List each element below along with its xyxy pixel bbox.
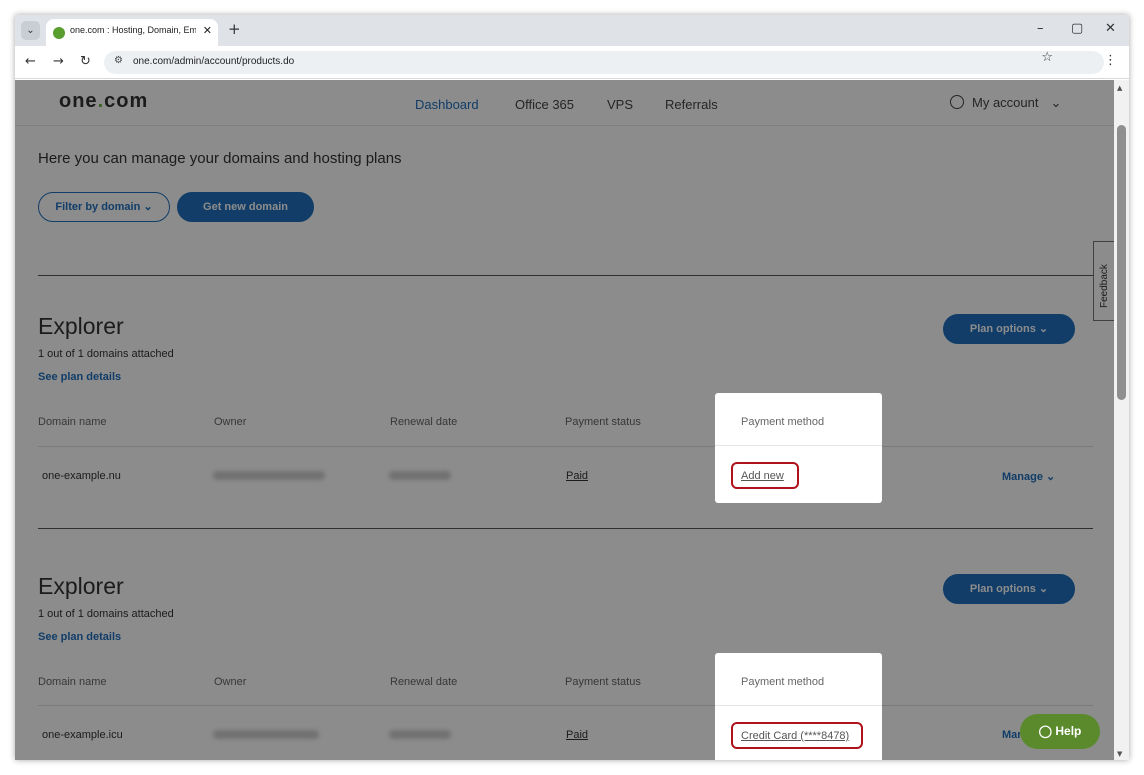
highlight-box <box>731 462 799 489</box>
payment-method-spotlight: Payment method Credit Card (****8478) <box>715 653 882 760</box>
browser-menu-icon[interactable]: ⋮ <box>1104 53 1117 68</box>
address-bar: ← → ↻ ⚙ one.com/admin/account/products.d… <box>15 46 1129 79</box>
browser-tab[interactable]: one.com : Hosting, Domain, Email ✕ <box>46 19 218 46</box>
help-label: Help <box>1055 724 1082 738</box>
tab-title: one.com : Hosting, Domain, Email <box>70 25 196 35</box>
browser-window: ⌄ one.com : Hosting, Domain, Email ✕ + –… <box>15 15 1129 760</box>
back-icon[interactable]: ← <box>25 54 36 69</box>
favicon-icon <box>53 27 65 39</box>
page-content: one.com Dashboard Office 365 VPS Referra… <box>15 80 1114 760</box>
new-tab-button[interactable]: + <box>228 20 241 38</box>
payment-method-header: Payment method <box>741 416 825 428</box>
tab-bar: ⌄ one.com : Hosting, Domain, Email ✕ + –… <box>15 15 1129 46</box>
highlight-box <box>731 722 863 749</box>
close-window-icon[interactable]: ✕ <box>1105 21 1116 36</box>
tab-search-icon[interactable]: ⌄ <box>21 21 40 40</box>
row-divider <box>715 705 882 706</box>
bookmark-star-icon[interactable]: ☆ <box>1041 50 1053 65</box>
close-tab-icon[interactable]: ✕ <box>203 24 212 37</box>
maximize-icon[interactable]: ▢ <box>1071 21 1083 36</box>
scrollbar[interactable]: ▲ ▼ <box>1114 80 1129 760</box>
scrollbar-thumb[interactable] <box>1117 125 1126 400</box>
dim-overlay <box>15 80 1114 760</box>
forward-icon[interactable]: → <box>53 54 64 69</box>
site-info-icon[interactable]: ⚙ <box>114 55 123 66</box>
payment-method-spotlight: Payment method Add new <box>715 393 882 503</box>
chat-bubble-icon: ◯ <box>1038 724 1053 738</box>
row-divider <box>715 445 882 446</box>
reload-icon[interactable]: ↻ <box>80 54 91 69</box>
help-button[interactable]: ◯ Help <box>1020 714 1100 749</box>
url-text[interactable]: one.com/admin/account/products.do <box>133 56 294 67</box>
omnibox[interactable]: ⚙ one.com/admin/account/products.do <box>104 51 1104 74</box>
scroll-down-icon[interactable]: ▼ <box>1117 750 1122 758</box>
minimize-icon[interactable]: – <box>1037 21 1044 36</box>
scroll-up-icon[interactable]: ▲ <box>1117 84 1122 92</box>
payment-method-header: Payment method <box>741 676 825 688</box>
